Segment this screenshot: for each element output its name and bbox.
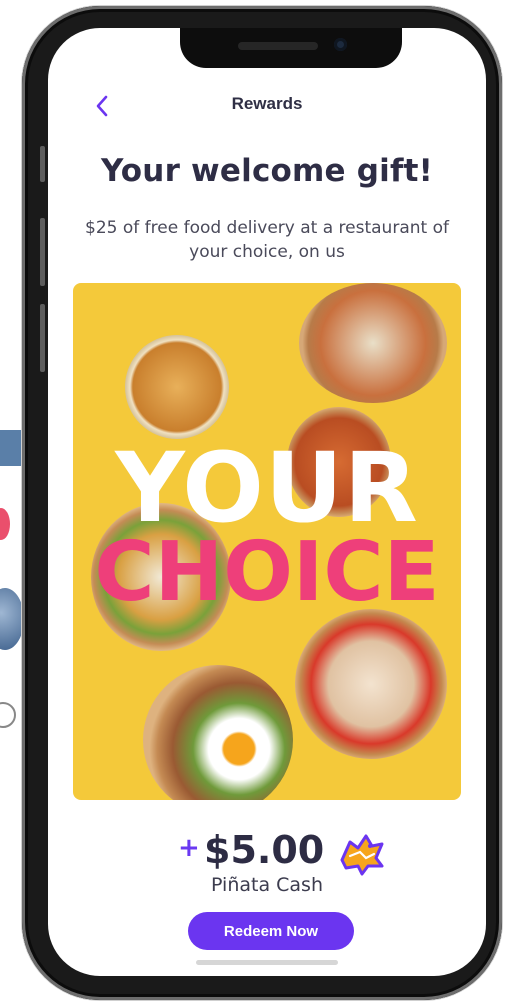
redeem-now-button[interactable]: Redeem Now [188, 912, 354, 950]
phone-screen: Rewards Your welcome gift! $25 of free f… [48, 28, 486, 976]
welcome-headline: Your welcome gift! [101, 153, 433, 189]
phone-notch [180, 28, 402, 68]
home-indicator [196, 960, 338, 965]
dumpling-bowl-image [295, 609, 447, 759]
welcome-subtext: $25 of free food delivery at a restauran… [85, 218, 449, 262]
cash-label: Piñata Cash [211, 874, 323, 896]
phone-mute-switch [40, 146, 45, 182]
front-camera [334, 38, 347, 51]
background-scrap-ring [0, 702, 16, 728]
egg-bowl-image [143, 665, 293, 800]
background-scrap-pink [0, 508, 10, 540]
speaker-grille [238, 42, 318, 50]
cash-plus-sign: + [178, 833, 200, 863]
background-scrap-label [0, 430, 22, 466]
phone-volume-up [40, 218, 45, 286]
pinata-cash: + $5.00 Piñata Cash [48, 828, 486, 898]
promo-image: YOUR CHOICE [73, 283, 461, 800]
cash-amount: $5.00 [204, 828, 325, 872]
drink-glass-image [125, 335, 229, 439]
pinata-icon [340, 834, 384, 876]
phone-volume-down [40, 304, 45, 372]
promo-choice-text: CHOICE [94, 525, 440, 620]
background-scrap-badge [0, 588, 24, 650]
page-title: Rewards [231, 94, 303, 113]
noodle-bowl-image [299, 283, 447, 403]
header: Rewards [48, 88, 486, 124]
